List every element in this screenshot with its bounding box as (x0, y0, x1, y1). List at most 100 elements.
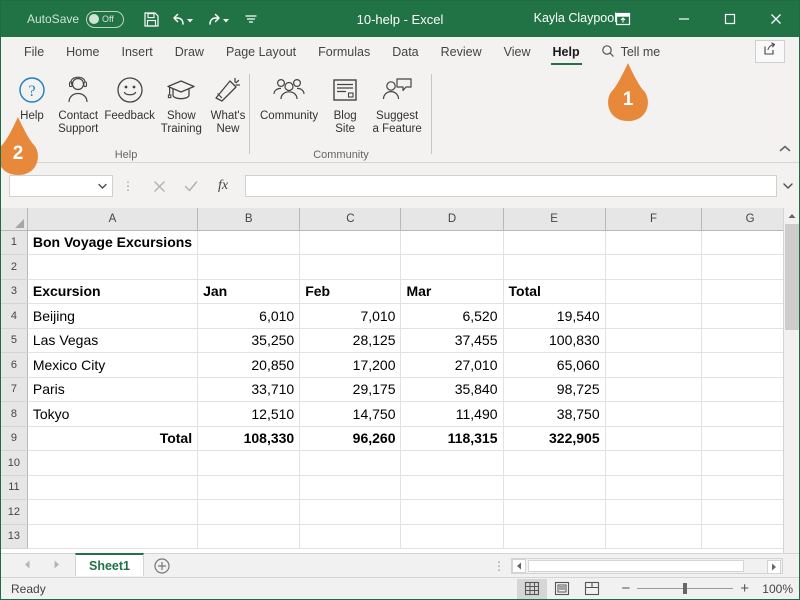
feedback-button[interactable]: Feedback (101, 69, 157, 144)
zoom-slider-handle[interactable] (683, 583, 688, 594)
cell-E10[interactable] (503, 450, 606, 476)
cell-E11[interactable] (503, 475, 606, 500)
cell-A1[interactable]: Bon Voyage Excursions (27, 230, 199, 255)
row-header-6[interactable]: 6 (1, 352, 28, 378)
cell-E4[interactable]: 19,540 (503, 303, 606, 329)
cell-B11[interactable] (197, 475, 301, 500)
cell-B3[interactable]: Jan (197, 279, 301, 304)
tab-review[interactable]: Review (430, 38, 493, 66)
redo-icon[interactable] (202, 6, 236, 32)
cell-F5[interactable] (605, 328, 703, 353)
cell-B7[interactable]: 33,710 (197, 377, 301, 402)
cell-D3[interactable]: Mar (400, 279, 504, 304)
chevron-down-icon[interactable] (98, 179, 107, 193)
share-button[interactable] (755, 40, 785, 63)
cell-E7[interactable]: 98,725 (503, 377, 606, 402)
tab-home[interactable]: Home (55, 38, 110, 66)
row-header-1[interactable]: 1 (1, 230, 28, 255)
cell-C9[interactable]: 96,260 (299, 426, 402, 451)
cell-A4[interactable]: Beijing (27, 303, 199, 329)
cell-F8[interactable] (605, 401, 703, 427)
name-box[interactable] (9, 175, 113, 197)
enter-formula-icon[interactable] (175, 175, 207, 197)
cell-B9[interactable]: 108,330 (197, 426, 301, 451)
cell-A2[interactable] (27, 254, 199, 280)
save-icon[interactable] (138, 6, 164, 32)
row-header-5[interactable]: 5 (1, 328, 28, 353)
tell-me-search[interactable]: Tell me (591, 38, 671, 66)
cell-C10[interactable] (299, 450, 402, 476)
row-header-13[interactable]: 13 (1, 524, 28, 549)
column-header-c[interactable]: C (299, 208, 402, 231)
undo-icon[interactable] (166, 6, 200, 32)
cell-C11[interactable] (299, 475, 402, 500)
worksheet-grid[interactable]: A B C D E F G 1 Bon Voyage Excursions 2 3 Ex… (1, 208, 799, 553)
cell-C1[interactable] (299, 230, 402, 255)
contact-support-button[interactable]: Contact Support (55, 69, 101, 144)
row-header-10[interactable]: 10 (1, 450, 28, 476)
cell-A10[interactable] (27, 450, 199, 476)
tab-formulas[interactable]: Formulas (307, 38, 381, 66)
cell-A3[interactable]: Excursion (27, 279, 199, 304)
row-header-3[interactable]: 3 (1, 279, 28, 304)
cell-D6[interactable]: 27,010 (400, 352, 504, 378)
cell-D8[interactable]: 11,490 (400, 401, 504, 427)
suggest-a-feature-button[interactable]: Suggest a Feature (368, 69, 426, 144)
cell-C7[interactable]: 29,175 (299, 377, 402, 402)
show-training-button[interactable]: Show Training (158, 69, 205, 144)
column-header-f[interactable]: F (605, 208, 703, 231)
sheet-tab-sheet1[interactable]: Sheet1 (75, 553, 144, 576)
column-header-b[interactable]: B (197, 208, 301, 231)
cell-B6[interactable]: 20,850 (197, 352, 301, 378)
maximize-icon[interactable] (707, 1, 753, 37)
tab-data[interactable]: Data (381, 38, 429, 66)
cell-E2[interactable] (503, 254, 606, 280)
column-header-e[interactable]: E (503, 208, 606, 231)
horizontal-scroll-thumb[interactable] (528, 559, 744, 572)
column-header-d[interactable]: D (400, 208, 504, 231)
cell-A6[interactable]: Mexico City (27, 352, 199, 378)
zoom-out-button[interactable]: − (621, 580, 630, 597)
cell-A8[interactable]: Tokyo (27, 401, 199, 427)
cell-E9[interactable]: 322,905 (503, 426, 606, 451)
cell-E5[interactable]: 100,830 (503, 328, 606, 353)
zoom-level-label[interactable]: 100% (759, 582, 793, 596)
cell-C3[interactable]: Feb (299, 279, 402, 304)
cell-B1[interactable] (197, 230, 301, 255)
autosave-switch[interactable]: Off (86, 10, 125, 28)
cell-E8[interactable]: 38,750 (503, 401, 606, 427)
insert-function-icon[interactable]: fx (207, 175, 239, 197)
vertical-scroll-thumb[interactable] (785, 224, 799, 330)
ribbon-display-options-icon[interactable] (601, 1, 645, 37)
cell-F7[interactable] (605, 377, 703, 402)
select-all-corner[interactable] (1, 208, 28, 231)
autosave-toggle[interactable]: AutoSave Off (27, 10, 125, 28)
cell-F4[interactable] (605, 303, 703, 329)
cell-A7[interactable]: Paris (27, 377, 199, 402)
cell-F12[interactable] (605, 499, 703, 525)
scroll-left-icon[interactable] (512, 558, 526, 573)
cell-A12[interactable] (27, 499, 199, 525)
cell-C8[interactable]: 14,750 (299, 401, 402, 427)
cell-D5[interactable]: 37,455 (400, 328, 504, 353)
blog-site-button[interactable]: Blog Site (322, 69, 368, 144)
minimize-icon[interactable] (661, 1, 707, 37)
cell-B12[interactable] (197, 499, 301, 525)
horizontal-scrollbar[interactable] (511, 557, 783, 574)
tab-insert[interactable]: Insert (111, 38, 164, 66)
row-header-4[interactable]: 4 (1, 303, 28, 329)
cell-B8[interactable]: 12,510 (197, 401, 301, 427)
cell-F9[interactable] (605, 426, 703, 451)
row-header-8[interactable]: 8 (1, 401, 28, 427)
cell-C5[interactable]: 28,125 (299, 328, 402, 353)
cell-F2[interactable] (605, 254, 703, 280)
horizontal-split-grip[interactable]: ⋮ (493, 554, 505, 577)
cell-F1[interactable] (605, 230, 703, 255)
cell-D13[interactable] (400, 524, 504, 549)
tab-file[interactable]: File (13, 38, 55, 66)
previous-sheet-icon[interactable] (23, 560, 31, 571)
cell-B13[interactable] (197, 524, 301, 549)
cell-D12[interactable] (400, 499, 504, 525)
page-break-preview-icon[interactable] (577, 579, 607, 599)
row-header-9[interactable]: 9 (1, 426, 28, 451)
